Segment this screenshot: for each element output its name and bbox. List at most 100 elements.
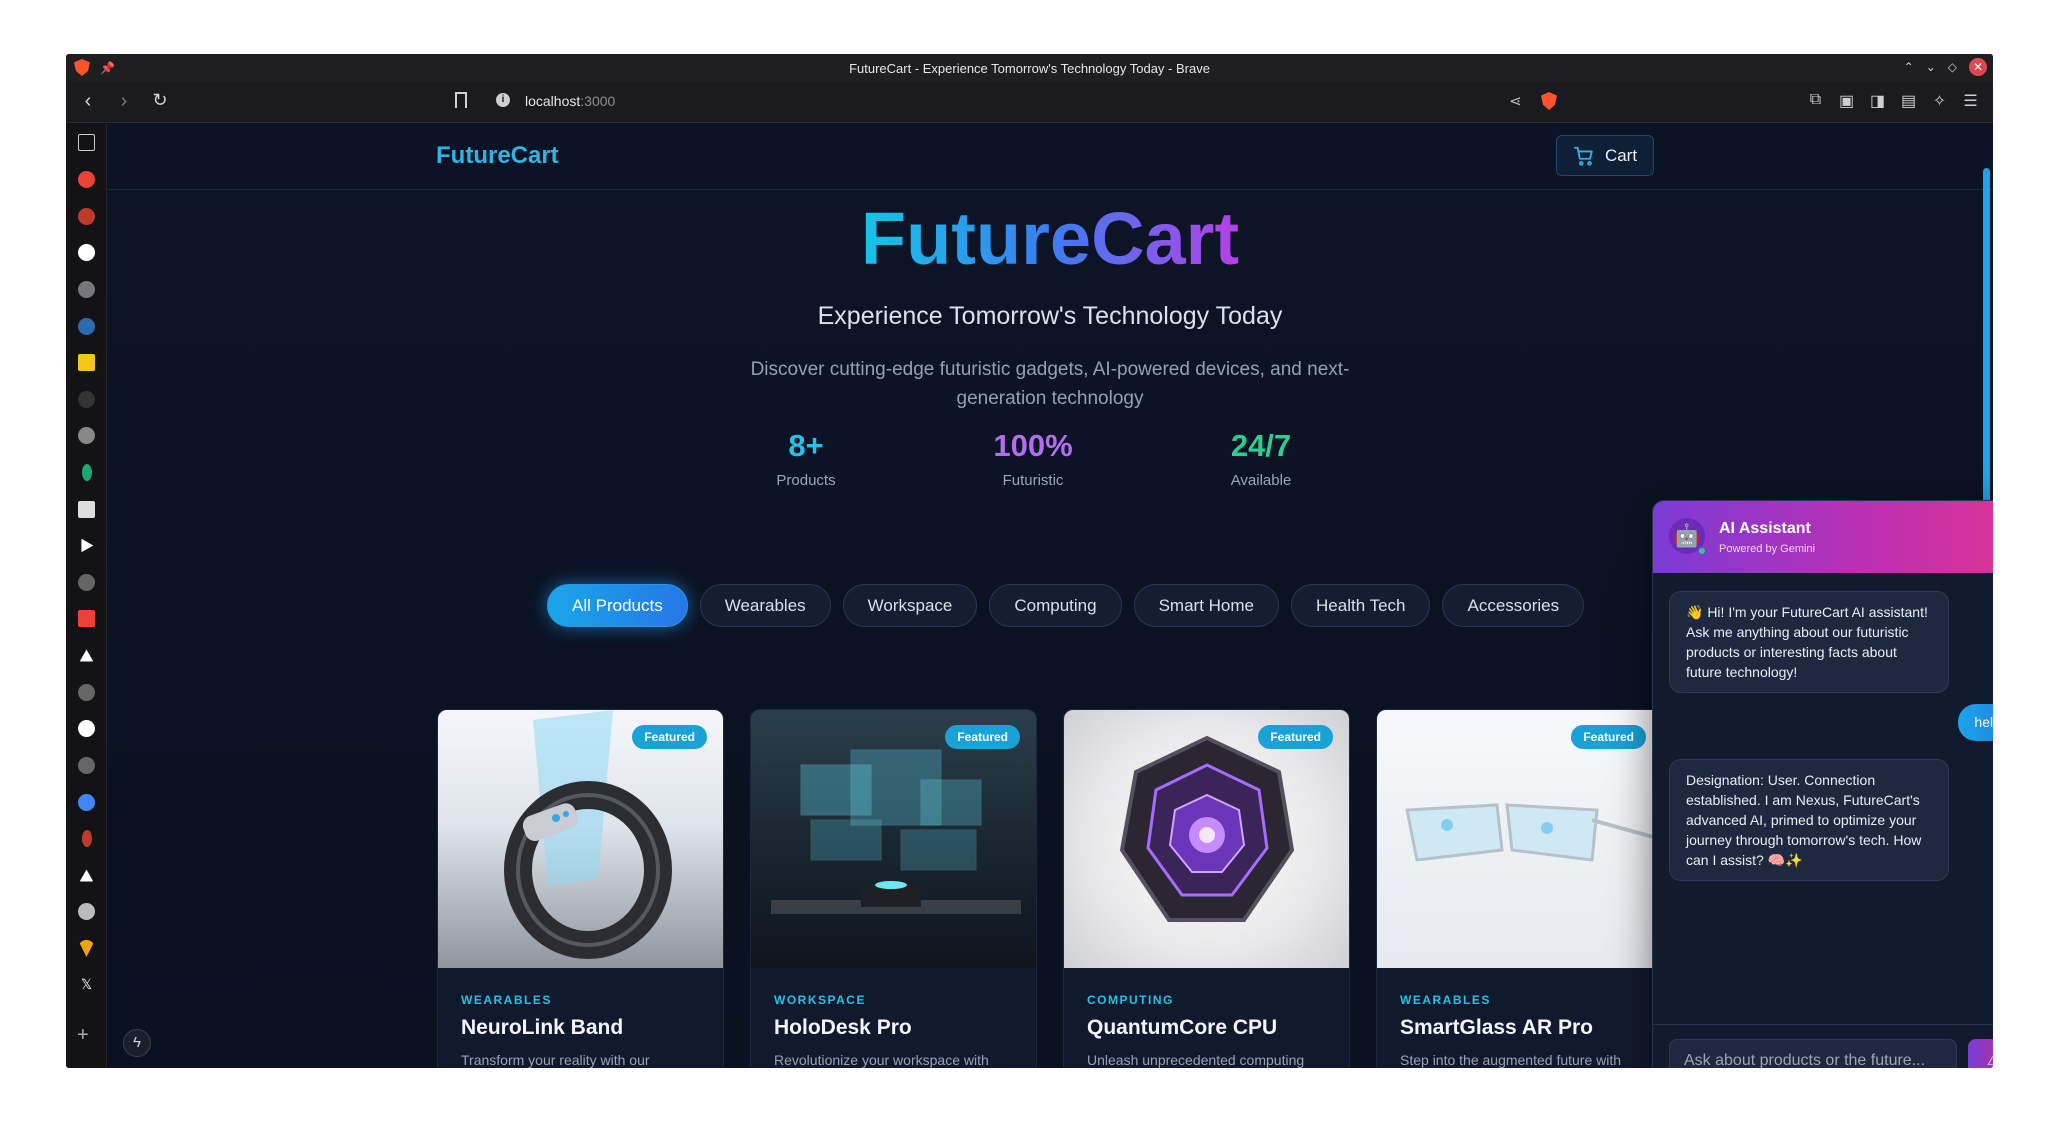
chat-footer: Ask about products or the future... ⚠ (1653, 1024, 1993, 1068)
stat-value: 24/7 (1230, 428, 1292, 463)
play-icon[interactable] (81, 538, 94, 553)
product-category: WEARABLES (461, 993, 552, 1007)
chat-title: AI Assistant (1719, 520, 1811, 537)
filter-accessories[interactable]: Accessories (1442, 584, 1585, 627)
brand-logo[interactable]: FutureCart (436, 142, 559, 170)
site-icon[interactable] (79, 649, 94, 662)
filter-wearables[interactable]: Wearables (699, 584, 831, 627)
forward-icon[interactable]: › (114, 90, 134, 113)
product-card[interactable]: Featured WEARABLES NeuroLink Band Transf… (437, 709, 724, 1068)
site-icon[interactable] (78, 391, 95, 408)
bot-message: Designation: User. Connection establishe… (1669, 759, 1949, 881)
google-icon[interactable] (78, 794, 95, 811)
featured-badge: Featured (1258, 725, 1333, 749)
chat-header: 🤖 AI Assistant Powered by Gemini ✕ (1653, 501, 1993, 573)
x-icon[interactable]: 𝕏 (78, 976, 95, 993)
product-image: Featured (1377, 710, 1662, 968)
stat-available: 24/7 Available (1191, 428, 1331, 489)
lightning-icon[interactable]: ϟ (123, 1029, 151, 1057)
send-button[interactable]: ⚠ (1968, 1039, 1993, 1068)
ai-assistant-panel: 🤖 AI Assistant Powered by Gemini ✕ 👋 Hi!… (1652, 500, 1993, 1068)
maximize-icon[interactable]: ◇ (1948, 60, 1957, 74)
brave-shields-icon[interactable] (1541, 92, 1557, 110)
filter-smart-home[interactable]: Smart Home (1133, 584, 1280, 627)
stat-products: 8+ Products (736, 428, 876, 489)
gmail-icon[interactable] (78, 610, 95, 627)
sidebar-toggle-icon[interactable]: ◨ (1869, 91, 1886, 111)
chat-input[interactable]: Ask about products or the future... (1669, 1039, 1957, 1068)
stat-futuristic: 100% Futuristic (963, 428, 1103, 489)
site-icon[interactable] (78, 501, 95, 518)
extensions-icon[interactable]: ⧉ (1807, 91, 1824, 111)
share-icon[interactable]: ⋖ (1509, 92, 1522, 110)
site-icon[interactable] (82, 464, 92, 481)
product-card[interactable]: Featured WEARABLES SmartGlass AR Pro Ste… (1376, 709, 1663, 1068)
featured-badge: Featured (1571, 725, 1646, 749)
site-icon[interactable] (78, 354, 95, 371)
bot-message: 👋 Hi! I'm your FutureCart AI assistant! … (1669, 591, 1949, 693)
site-header: FutureCart Cart (107, 124, 1993, 190)
minimize-icon[interactable]: ⌄ (1926, 60, 1936, 74)
sidebar-panel-icon[interactable] (78, 134, 95, 151)
category-filters: All Products Wearables Workspace Computi… (547, 584, 1585, 627)
chat-subtitle: Powered by Gemini (1719, 543, 1815, 555)
filter-all-products[interactable]: All Products (547, 584, 688, 627)
product-name[interactable]: QuantumCore CPU (1087, 1016, 1277, 1040)
stat-label: Futuristic (1002, 472, 1064, 489)
product-category: WORKSPACE (774, 993, 866, 1007)
filter-computing[interactable]: Computing (989, 584, 1122, 627)
cart-button[interactable]: Cart (1556, 135, 1654, 176)
github-icon[interactable] (78, 244, 95, 261)
product-card[interactable]: Featured WORKSPACE HoloDesk Pro Revoluti… (750, 709, 1037, 1068)
stat-label: Available (1230, 472, 1292, 489)
close-window-icon[interactable]: ✕ (1969, 58, 1987, 76)
site-icon[interactable] (78, 318, 95, 335)
github-icon[interactable] (78, 720, 95, 737)
screenshot-icon[interactable]: ▣ (1838, 91, 1855, 111)
product-description: Revolutionize your workspace with (774, 1052, 989, 1068)
collapse-icon[interactable]: ⌃ (1904, 60, 1914, 74)
featured-badge: Featured (945, 725, 1020, 749)
site-info-icon[interactable]: i (496, 93, 510, 107)
product-image: Featured (1064, 710, 1349, 968)
user-message: hello (1958, 704, 1993, 741)
filter-health-tech[interactable]: Health Tech (1291, 584, 1431, 627)
product-image: Featured (751, 710, 1036, 968)
product-card[interactable]: Featured COMPUTING QuantumCore CPU Unlea… (1063, 709, 1350, 1068)
product-image: Featured (438, 710, 723, 968)
menu-icon[interactable]: ☰ (1962, 91, 1979, 111)
browser-toolbar: ‹ › ↻ i localhost:3000 ⋖ ⧉ ▣ ◨ ▤ ✧ ☰ (66, 81, 1993, 123)
site-icon[interactable] (78, 757, 95, 774)
product-description: Unleash unprecedented computing (1087, 1052, 1305, 1068)
back-icon[interactable]: ‹ (78, 90, 98, 113)
browser-sidebar: 𝕏 + (66, 124, 107, 1068)
leo-ai-icon[interactable]: ✧ (1931, 91, 1948, 111)
product-name[interactable]: NeuroLink Band (461, 1016, 623, 1040)
stat-value: 8+ (788, 428, 824, 463)
google-icon[interactable] (78, 171, 95, 188)
site-icon[interactable] (82, 830, 92, 847)
product-name[interactable]: HoloDesk Pro (774, 1016, 912, 1040)
address-bar[interactable]: localhost:3000 (525, 93, 615, 109)
site-icon[interactable] (78, 427, 95, 444)
product-category: COMPUTING (1087, 993, 1174, 1007)
site-icon[interactable] (78, 208, 95, 225)
cart-label: Cart (1604, 145, 1638, 165)
filter-workspace[interactable]: Workspace (842, 584, 978, 627)
product-name[interactable]: SmartGlass AR Pro (1400, 1016, 1593, 1040)
site-icon[interactable] (78, 684, 95, 701)
hero-title: FutureCart (860, 197, 1240, 280)
site-icon[interactable] (78, 281, 95, 298)
hero-subtitle: Experience Tomorrow's Technology Today (817, 302, 1283, 330)
featured-badge: Featured (632, 725, 707, 749)
site-icon[interactable] (78, 574, 95, 591)
vite-icon[interactable] (78, 940, 95, 957)
wallet-icon[interactable]: ▤ (1900, 91, 1917, 111)
add-sidebar-item-icon[interactable]: + (77, 1024, 89, 1047)
reload-icon[interactable]: ↻ (150, 90, 170, 113)
online-status-icon (1697, 546, 1707, 556)
site-icon[interactable] (79, 869, 94, 882)
site-icon[interactable] (78, 903, 95, 920)
bookmark-icon[interactable] (455, 92, 467, 108)
hero-description: Discover cutting-edge futuristic gadgets… (750, 359, 1350, 409)
